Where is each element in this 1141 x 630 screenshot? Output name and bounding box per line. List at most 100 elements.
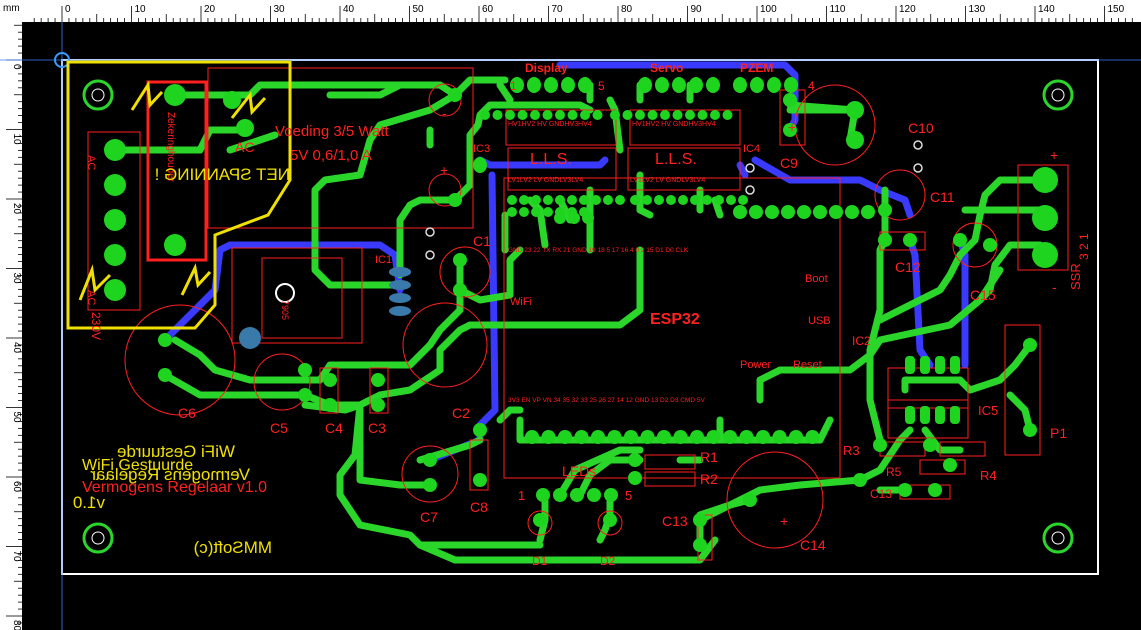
solder-pad[interactable] xyxy=(813,205,827,219)
solder-pad[interactable] xyxy=(673,430,688,444)
solder-pad[interactable] xyxy=(1023,423,1037,437)
solder-pad[interactable] xyxy=(655,77,669,93)
solder-pad[interactable] xyxy=(448,88,462,102)
solder-pad[interactable] xyxy=(943,458,957,472)
solder-pad[interactable] xyxy=(582,212,594,224)
solder-pad[interactable] xyxy=(903,233,917,247)
solder-pad[interactable] xyxy=(473,473,487,487)
solder-pad[interactable] xyxy=(693,538,707,552)
solder-pad[interactable] xyxy=(756,430,770,444)
solder-pad[interactable] xyxy=(628,471,642,485)
solder-pad[interactable] xyxy=(953,233,967,247)
solder-pad[interactable] xyxy=(935,356,945,374)
solder-pad[interactable] xyxy=(654,195,664,205)
solder-pad[interactable] xyxy=(371,373,385,387)
solder-pad[interactable] xyxy=(920,356,930,374)
solder-pad[interactable] xyxy=(570,488,584,502)
solder-pad[interactable] xyxy=(697,110,708,120)
solder-pad[interactable] xyxy=(323,373,337,387)
solder-pad[interactable] xyxy=(678,195,688,205)
solder-pad[interactable] xyxy=(845,205,859,219)
solder-pad[interactable] xyxy=(783,93,797,107)
solder-pad[interactable] xyxy=(723,430,737,444)
solder-pad[interactable] xyxy=(666,195,676,205)
solder-pad[interactable] xyxy=(542,110,553,120)
solder-pad[interactable] xyxy=(706,77,720,93)
solder-pad[interactable] xyxy=(624,430,638,444)
solder-pad[interactable] xyxy=(371,398,385,412)
solder-pad[interactable] xyxy=(505,110,515,120)
solder-pad[interactable] xyxy=(579,195,589,205)
solder-pad[interactable] xyxy=(603,513,617,527)
solder-pad[interactable] xyxy=(531,195,541,205)
solder-pad[interactable] xyxy=(554,212,566,224)
solder-pad[interactable] xyxy=(781,205,795,219)
solder-pad[interactable] xyxy=(714,195,724,205)
solder-pad[interactable] xyxy=(555,110,565,120)
solder-pad[interactable] xyxy=(789,430,803,444)
solder-pad[interactable] xyxy=(722,110,733,120)
solder-pad[interactable] xyxy=(829,205,843,219)
solder-pad[interactable] xyxy=(473,157,487,173)
solder-pad[interactable] xyxy=(389,280,411,290)
solder-pad[interactable] xyxy=(672,77,686,93)
solder-pad[interactable] xyxy=(690,430,704,444)
solder-pad[interactable] xyxy=(492,110,503,120)
solder-pad[interactable] xyxy=(765,205,779,219)
solder-pad[interactable] xyxy=(567,110,578,120)
solder-pad[interactable] xyxy=(519,195,529,205)
solder-pad[interactable] xyxy=(592,110,603,120)
solder-pad[interactable] xyxy=(536,488,550,502)
solder-pad[interactable] xyxy=(660,110,670,120)
solder-pad[interactable] xyxy=(533,513,547,527)
solder-pad[interactable] xyxy=(531,207,541,217)
solder-pad[interactable] xyxy=(580,110,590,120)
solder-pad[interactable] xyxy=(558,430,572,444)
solder-pad[interactable] xyxy=(928,483,942,497)
solder-pad[interactable] xyxy=(544,77,558,93)
solder-pad[interactable] xyxy=(158,368,172,382)
solder-pad[interactable] xyxy=(527,77,541,93)
solder-pad[interactable] xyxy=(690,195,700,205)
solder-pad[interactable] xyxy=(750,77,764,93)
solder-pad[interactable] xyxy=(640,430,655,444)
solder-pad[interactable] xyxy=(733,77,747,93)
solder-pad[interactable] xyxy=(628,453,642,467)
solder-pad[interactable] xyxy=(689,77,703,93)
solder-pad[interactable] xyxy=(772,430,787,444)
solder-pad[interactable] xyxy=(480,110,490,120)
solder-pad[interactable] xyxy=(541,430,556,444)
solder-pad[interactable] xyxy=(647,110,658,120)
solder-pad[interactable] xyxy=(743,493,757,507)
solder-pad[interactable] xyxy=(448,193,462,207)
solder-pad[interactable] xyxy=(507,195,517,205)
solder-pad[interactable] xyxy=(389,267,411,277)
solder-pad[interactable] xyxy=(905,406,915,424)
solder-pad[interactable] xyxy=(861,205,875,219)
solder-pad[interactable] xyxy=(610,110,620,120)
solder-pad[interactable] xyxy=(635,110,645,120)
solder-pad[interactable] xyxy=(950,356,960,374)
solder-pad[interactable] xyxy=(726,195,736,205)
solder-pad[interactable] xyxy=(878,233,892,247)
solder-pad[interactable] xyxy=(702,195,712,205)
solder-pad[interactable] xyxy=(738,195,748,205)
solder-pad[interactable] xyxy=(878,203,892,217)
solder-pad[interactable] xyxy=(604,488,618,502)
solder-pad[interactable] xyxy=(389,306,411,316)
solder-pad[interactable] xyxy=(423,478,437,492)
solder-pad[interactable] xyxy=(553,488,567,502)
solder-pad[interactable] xyxy=(525,430,539,444)
solder-pad[interactable] xyxy=(517,110,528,120)
solder-pad[interactable] xyxy=(935,406,945,424)
solder-pad[interactable] xyxy=(453,253,467,267)
solder-pad[interactable] xyxy=(739,430,754,444)
solder-pad[interactable] xyxy=(622,110,633,120)
solder-pad[interactable] xyxy=(983,238,997,252)
solder-pad[interactable] xyxy=(710,110,720,120)
solder-pad[interactable] xyxy=(158,333,172,347)
solder-pad[interactable] xyxy=(298,363,312,377)
solder-pad[interactable] xyxy=(638,77,652,93)
solder-pad[interactable] xyxy=(615,195,625,205)
solder-pad[interactable] xyxy=(784,77,798,93)
